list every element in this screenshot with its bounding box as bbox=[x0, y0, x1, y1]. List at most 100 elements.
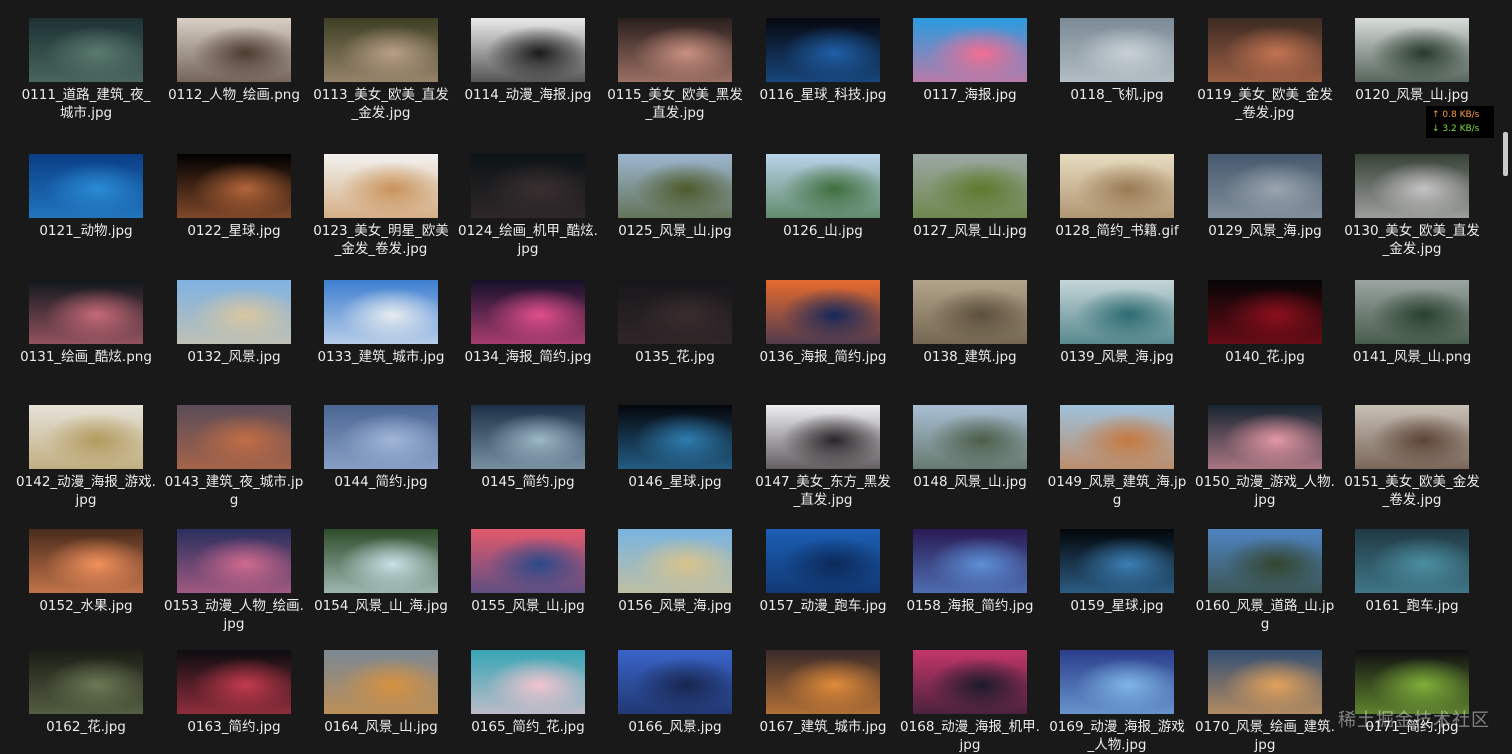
thumbnail-frame bbox=[753, 140, 893, 218]
file-thumbnail bbox=[913, 154, 1027, 218]
file-thumbnail bbox=[1060, 18, 1174, 82]
file-thumbnail bbox=[1208, 18, 1322, 82]
file-thumbnail bbox=[1060, 154, 1174, 218]
thumbnail-frame bbox=[1047, 140, 1187, 218]
file-thumbnail bbox=[471, 154, 585, 218]
file-name: 0162_花.jpg bbox=[46, 719, 126, 735]
file-name: 0128_简约_书籍.gif bbox=[1055, 223, 1179, 239]
file-name: 0123_美女_明星_欧美_金发_卷发.jpg bbox=[313, 223, 449, 257]
file-thumbnail bbox=[1060, 650, 1174, 714]
thumbnail-frame bbox=[311, 4, 451, 82]
file-name: 0135_花.jpg bbox=[635, 349, 715, 365]
thumbnail-frame bbox=[16, 4, 156, 82]
thumbnail-frame bbox=[900, 4, 1040, 82]
thumbnail-frame bbox=[1342, 4, 1482, 82]
thumbnail-frame bbox=[753, 266, 893, 344]
file-thumbnail bbox=[1208, 280, 1322, 344]
download-speed: ↓ 3.2 KB/s bbox=[1432, 124, 1480, 134]
file-name: 0153_动漫_人物_绘画.jpg bbox=[164, 598, 304, 632]
upload-speed: ↑ 0.8 KB/s bbox=[1432, 110, 1480, 120]
thumbnail-frame bbox=[458, 391, 598, 469]
file-thumbnail bbox=[1208, 529, 1322, 593]
file-name: 0127_风景_山.jpg bbox=[913, 223, 1027, 239]
thumbnail-frame bbox=[1195, 266, 1335, 344]
file-name: 0151_美女_欧美_金发_卷发.jpg bbox=[1344, 474, 1480, 508]
file-thumbnail bbox=[29, 18, 143, 82]
file-thumbnail bbox=[471, 650, 585, 714]
file-name: 0116_星球_科技.jpg bbox=[759, 87, 887, 103]
thumbnail-frame bbox=[1342, 636, 1482, 714]
file-thumbnail bbox=[1355, 529, 1469, 593]
file-name: 0113_美女_欧美_直发_金发.jpg bbox=[313, 87, 449, 121]
thumbnail-frame bbox=[164, 140, 304, 218]
thumbnail-frame bbox=[311, 636, 451, 714]
file-name: 0141_风景_山.png bbox=[1352, 349, 1472, 365]
file-name: 0118_飞机.jpg bbox=[1070, 87, 1164, 103]
file-thumbnail bbox=[29, 154, 143, 218]
file-thumbnail bbox=[1208, 405, 1322, 469]
file-thumbnail bbox=[324, 154, 438, 218]
file-name: 0168_动漫_海报_机甲.jpg bbox=[900, 719, 1040, 753]
file-thumbnail bbox=[766, 280, 880, 344]
file-thumbnail bbox=[471, 405, 585, 469]
thumbnail-frame bbox=[458, 515, 598, 593]
thumbnail-frame bbox=[605, 515, 745, 593]
file-name: 0156_风景_海.jpg bbox=[618, 598, 732, 614]
file-name: 0129_风景_海.jpg bbox=[1208, 223, 1322, 239]
thumbnail-frame bbox=[1047, 391, 1187, 469]
thumbnail-frame bbox=[900, 266, 1040, 344]
thumbnail-frame bbox=[1047, 636, 1187, 714]
file-thumbnail bbox=[324, 529, 438, 593]
file-thumbnail bbox=[766, 154, 880, 218]
thumbnail-frame bbox=[900, 636, 1040, 714]
file-name: 0111_道路_建筑_夜_城市.jpg bbox=[21, 87, 151, 121]
file-name: 0115_美女_欧美_黑发_直发.jpg bbox=[607, 87, 743, 121]
file-name: 0170_风景_绘画_建筑.jpg bbox=[1195, 719, 1335, 753]
file-name: 0125_风景_山.jpg bbox=[618, 223, 732, 239]
file-name: 0155_风景_山.jpg bbox=[471, 598, 585, 614]
file-name: 0124_绘画_机甲_酷炫.jpg bbox=[458, 223, 598, 257]
file-name: 0134_海报_简约.jpg bbox=[464, 349, 592, 365]
thumbnail-view: 0111_道路_建筑_夜_城市.jpg 0112_人物_绘画.png 0113_美女… bbox=[0, 0, 1512, 754]
vertical-scrollbar[interactable] bbox=[1500, 0, 1510, 754]
thumbnail-frame bbox=[458, 4, 598, 82]
thumbnail-frame bbox=[1047, 515, 1187, 593]
thumbnail-frame bbox=[311, 515, 451, 593]
thumbnail-frame bbox=[900, 140, 1040, 218]
thumbnail-frame bbox=[753, 391, 893, 469]
file-thumbnail bbox=[471, 529, 585, 593]
file-thumbnail bbox=[913, 650, 1027, 714]
file-thumbnail bbox=[1355, 280, 1469, 344]
thumbnail-frame bbox=[1195, 391, 1335, 469]
thumbnail-frame bbox=[16, 140, 156, 218]
thumbnail-frame bbox=[164, 515, 304, 593]
thumbnail-frame bbox=[16, 636, 156, 714]
thumbnail-frame bbox=[16, 266, 156, 344]
file-thumbnail bbox=[1355, 154, 1469, 218]
file-thumbnail bbox=[1060, 280, 1174, 344]
file-name: 0126_山.jpg bbox=[783, 223, 863, 239]
thumbnail-frame bbox=[1342, 391, 1482, 469]
thumbnail-frame bbox=[753, 515, 893, 593]
thumbnail-frame bbox=[1047, 4, 1187, 82]
file-thumbnail bbox=[766, 18, 880, 82]
scrollbar-thumb[interactable] bbox=[1503, 132, 1508, 176]
thumbnail-frame bbox=[1342, 515, 1482, 593]
file-name: 0161_跑车.jpg bbox=[1365, 598, 1459, 614]
file-name: 0122_星球.jpg bbox=[187, 223, 281, 239]
thumbnail-frame bbox=[753, 636, 893, 714]
file-thumbnail bbox=[766, 405, 880, 469]
thumbnail-frame bbox=[458, 140, 598, 218]
file-thumbnail bbox=[324, 650, 438, 714]
thumbnail-frame bbox=[164, 391, 304, 469]
thumbnail-frame bbox=[753, 4, 893, 82]
thumbnail-frame bbox=[164, 4, 304, 82]
file-thumbnail bbox=[1208, 154, 1322, 218]
file-thumbnail bbox=[618, 650, 732, 714]
file-name: 0154_风景_山_海.jpg bbox=[314, 598, 448, 614]
file-thumbnail bbox=[1060, 405, 1174, 469]
file-name: 0169_动漫_海报_游戏_人物.jpg bbox=[1049, 719, 1185, 753]
file-name: 0139_风景_海.jpg bbox=[1060, 349, 1174, 365]
file-name: 0150_动漫_游戏_人物.jpg bbox=[1195, 474, 1335, 508]
file-thumbnail bbox=[29, 405, 143, 469]
